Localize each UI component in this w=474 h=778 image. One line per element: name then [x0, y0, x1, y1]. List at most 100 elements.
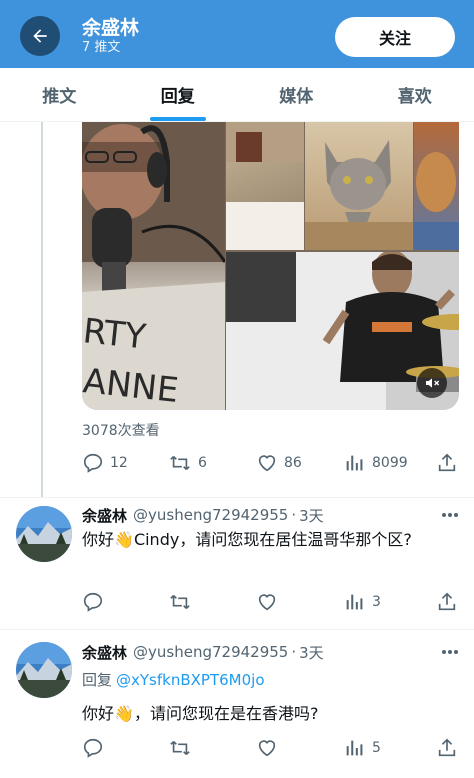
video-tile-room	[226, 122, 304, 250]
avatar[interactable]	[16, 642, 72, 698]
text-part: Cindy，请问您现在居住温哥华那个区?	[133, 530, 412, 549]
bar-chart-icon	[346, 740, 363, 756]
like-button[interactable]	[256, 736, 278, 760]
retweet-button[interactable]: 6	[168, 451, 207, 475]
mention-link[interactable]: @xYsfknBXPT6M0jo	[116, 671, 264, 689]
tab-label: 回复	[160, 87, 195, 107]
follow-button[interactable]: 关注	[335, 17, 455, 57]
heart-icon	[258, 455, 276, 472]
tab-tweets[interactable]: 推文	[0, 68, 119, 121]
bar-chart-icon	[346, 455, 363, 471]
speaker-muted-icon	[426, 378, 440, 388]
tab-label: 推文	[42, 87, 77, 107]
tweet-header: 余盛林 @yusheng72942955 · 3天	[82, 641, 324, 663]
arrow-left-icon	[33, 29, 47, 43]
video-tile-cat	[305, 122, 413, 250]
replying-to-label: 回复	[82, 671, 113, 689]
reply-icon	[83, 592, 103, 612]
waving-hand-emoji: 👋	[114, 704, 134, 723]
reply-icon	[83, 453, 103, 473]
tweet-header: 余盛林 @yusheng72942955 · 3天	[82, 504, 324, 526]
singer-figure: RTY ANNE	[82, 122, 227, 410]
reply-button[interactable]: 12	[82, 451, 128, 475]
text-part: 你好	[82, 530, 115, 549]
mountain-lake-avatar	[16, 642, 72, 698]
more-dots-icon	[442, 513, 458, 517]
timestamp[interactable]: 3天	[299, 505, 324, 526]
reply-icon	[83, 738, 103, 758]
like-button[interactable]: 86	[256, 451, 302, 475]
profile-header-bar: 余盛林 7 推文 关注	[0, 0, 474, 68]
retweet-icon	[170, 740, 190, 756]
share-button[interactable]	[436, 451, 458, 475]
share-button[interactable]	[436, 736, 458, 760]
timestamp[interactable]: 3天	[299, 642, 324, 663]
reply-button[interactable]	[82, 590, 104, 614]
separator-dot: ·	[291, 506, 297, 524]
tweet-actions: 3	[82, 590, 458, 614]
text-part: 你好	[82, 704, 115, 723]
reply-count: 12	[110, 455, 128, 471]
svg-text:RTY: RTY	[82, 311, 148, 357]
view-count: 8099	[372, 455, 408, 471]
views-button[interactable]: 8099	[344, 451, 408, 475]
tweet-count: 7 推文	[82, 40, 121, 55]
tweet-divider	[0, 629, 474, 630]
heart-icon	[258, 740, 276, 757]
more-dots-icon	[442, 650, 458, 654]
more-options-button[interactable]	[440, 505, 460, 525]
view-count: 3	[372, 594, 381, 610]
author-handle[interactable]: @yusheng72942955	[133, 506, 288, 524]
video-tile-singer: RTY ANNE	[82, 122, 227, 410]
retweet-count: 6	[198, 455, 207, 471]
retweet-icon	[170, 455, 190, 471]
share-icon	[438, 453, 456, 472]
room-scene	[226, 122, 304, 250]
mountain-lake-avatar	[16, 506, 72, 562]
tab-likes[interactable]: 喜欢	[356, 68, 474, 121]
guitar-scene	[414, 152, 459, 250]
like-count: 86	[284, 455, 302, 471]
bar-chart-icon	[346, 594, 363, 610]
mute-toggle-button[interactable]	[417, 368, 447, 398]
view-count-label: 3078次查看	[82, 423, 160, 439]
share-button[interactable]	[436, 590, 458, 614]
tab-label: 喜欢	[397, 87, 432, 107]
profile-name: 余盛林	[82, 17, 140, 39]
separator-dot: ·	[291, 643, 297, 661]
avatar[interactable]	[16, 506, 72, 562]
reply-button[interactable]	[82, 736, 104, 760]
tab-label: 媒体	[279, 87, 314, 107]
profile-tabs: 推文 回复 媒体 喜欢	[0, 68, 474, 122]
tweet-divider	[0, 497, 474, 498]
retweet-icon	[170, 594, 190, 610]
author-handle[interactable]: @yusheng72942955	[133, 643, 288, 661]
text-part: ，请问您现在是在香港吗?	[133, 704, 319, 723]
tab-media[interactable]: 媒体	[237, 68, 356, 121]
thread-connector-line	[41, 122, 43, 498]
back-button[interactable]	[20, 16, 60, 56]
waving-hand-emoji: 👋	[114, 530, 134, 549]
tweet-actions: 12 6 86 8099	[82, 451, 458, 475]
tweet-text: 你好👋Cindy，请问您现在居住温哥华那个区?	[82, 527, 452, 553]
tweet-actions: 5	[82, 736, 458, 760]
author-name[interactable]: 余盛林	[82, 642, 127, 663]
active-tab-indicator	[149, 117, 206, 121]
share-icon	[438, 738, 456, 757]
author-name[interactable]: 余盛林	[82, 505, 127, 526]
video-tile-guitar	[414, 122, 459, 250]
views-button[interactable]: 5	[344, 736, 381, 760]
replying-to-line: 回复 @xYsfknBXPT6M0jo	[82, 669, 265, 691]
video-player[interactable]: RTY ANNE	[82, 122, 459, 410]
like-button[interactable]	[256, 590, 278, 614]
retweet-button[interactable]	[168, 590, 192, 614]
tweet-text: 你好👋，请问您现在是在香港吗?	[82, 701, 452, 727]
tab-replies[interactable]: 回复	[119, 68, 238, 121]
view-count: 5	[372, 740, 381, 756]
retweet-button[interactable]	[168, 736, 192, 760]
heart-icon	[258, 594, 276, 611]
cat-figure	[305, 140, 413, 250]
more-options-button[interactable]	[440, 642, 460, 662]
views-button[interactable]: 3	[344, 590, 381, 614]
share-icon	[438, 592, 456, 611]
